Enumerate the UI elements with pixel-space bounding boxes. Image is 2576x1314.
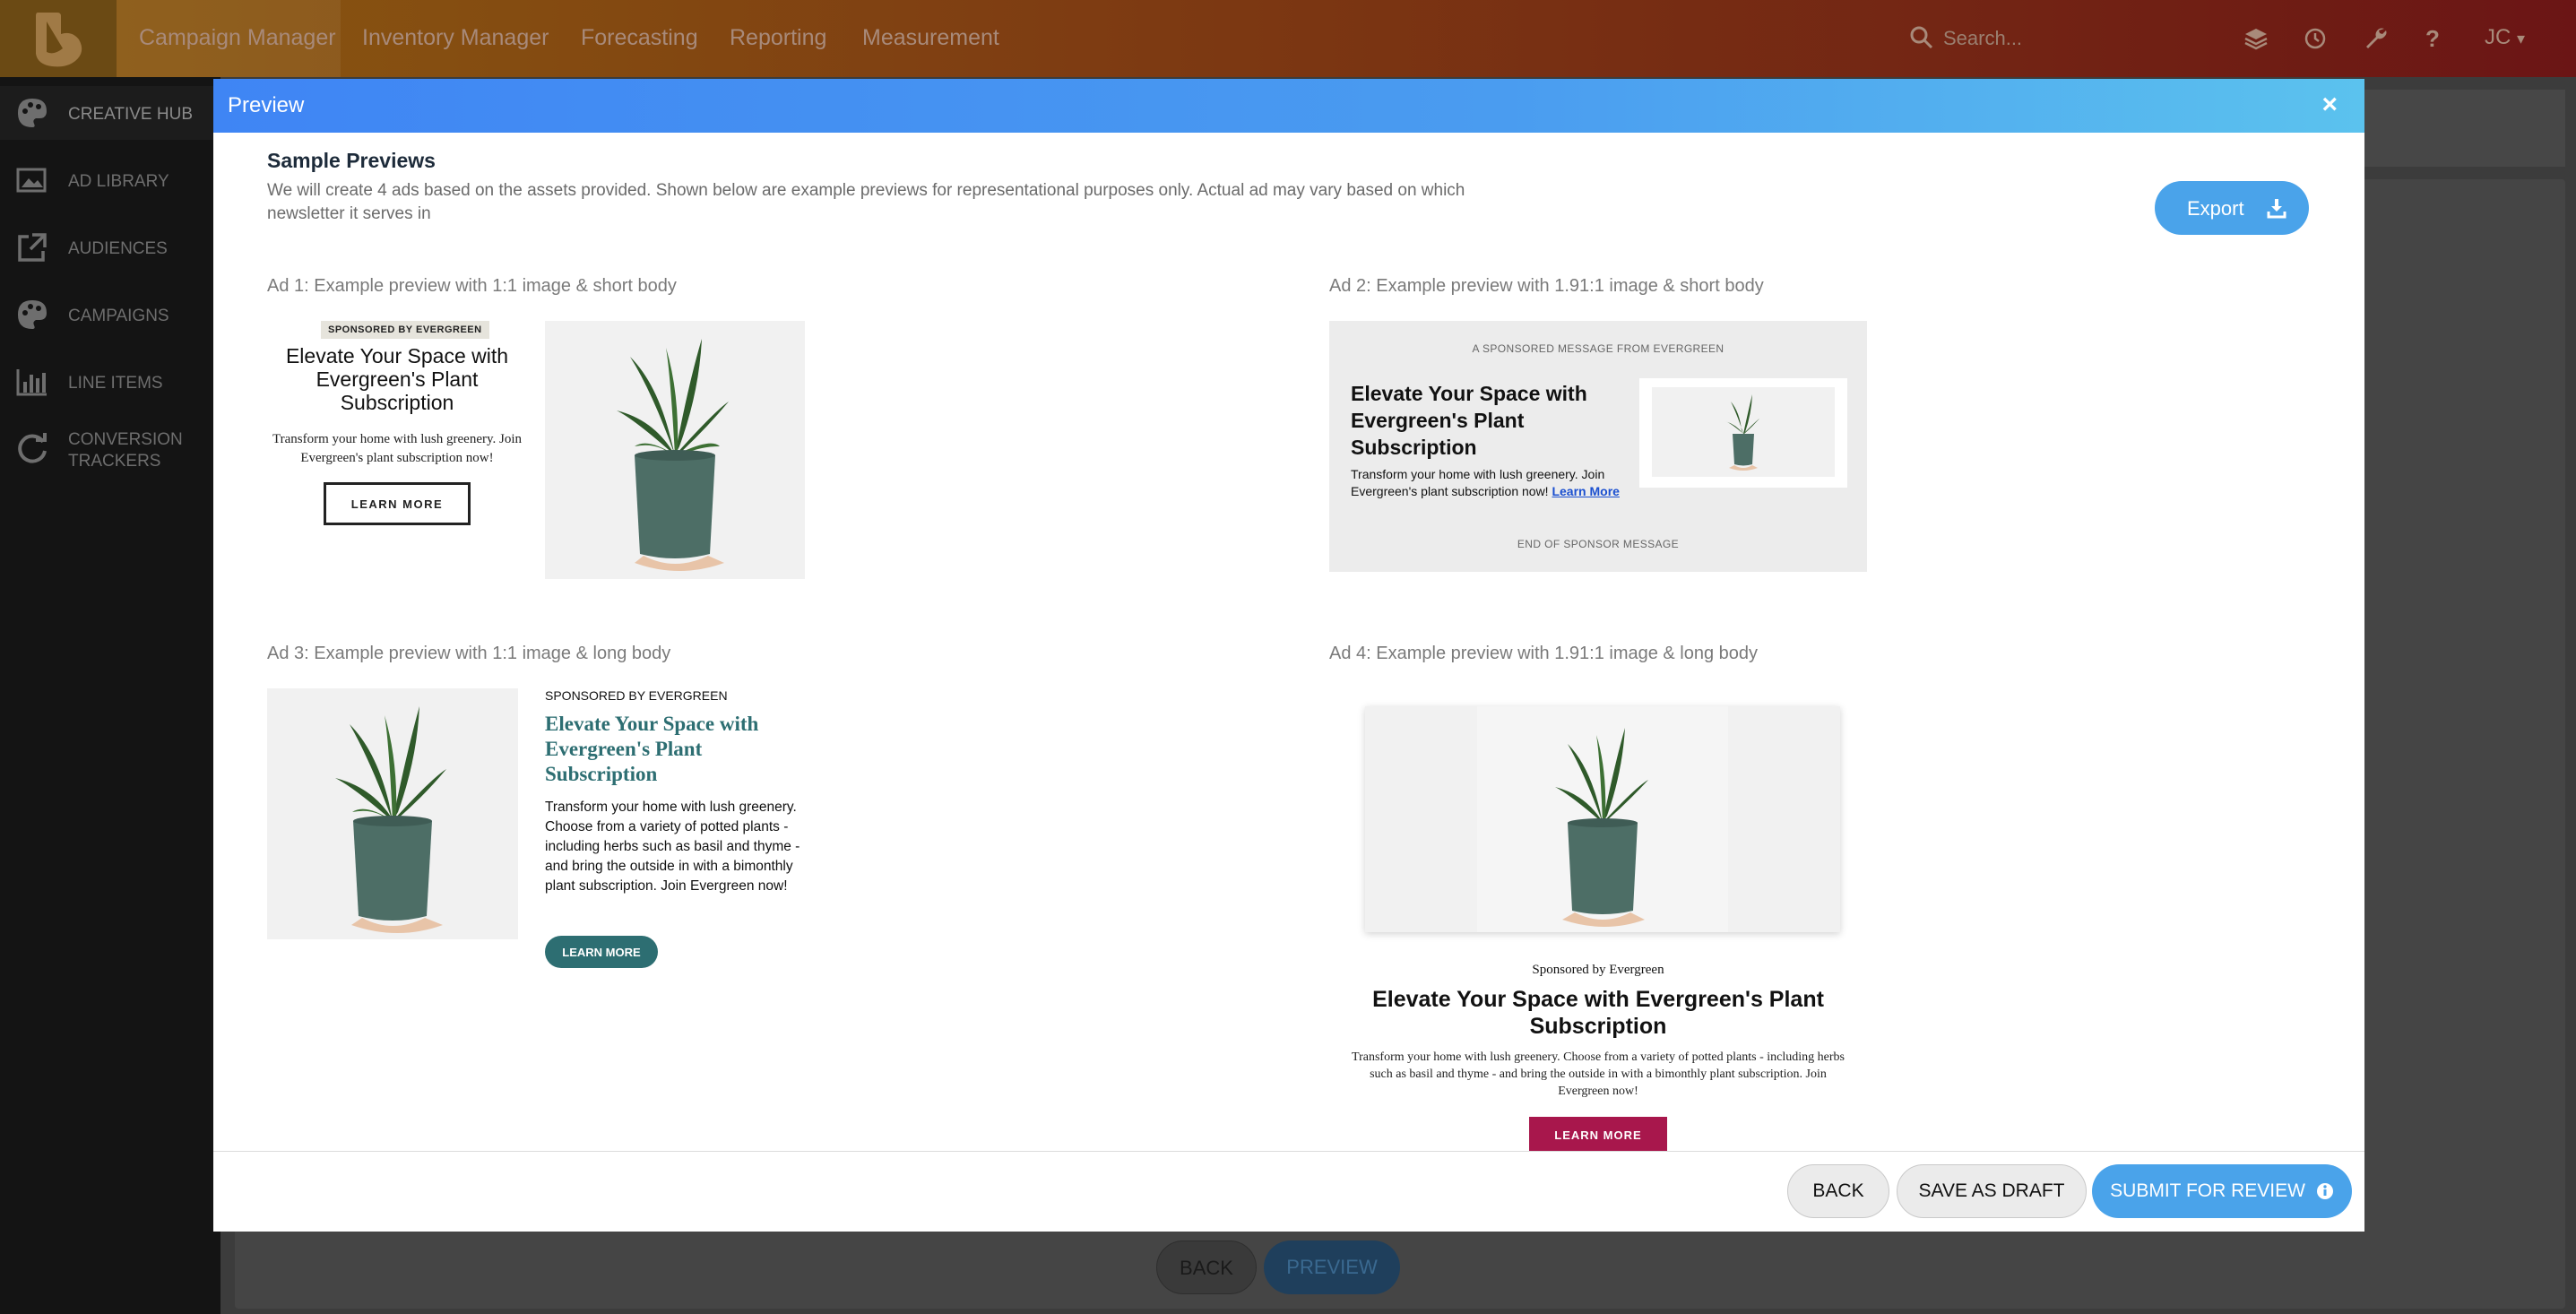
modal-title: Preview bbox=[228, 93, 305, 117]
submit-for-review-button[interactable]: SUBMIT FOR REVIEW bbox=[2092, 1164, 2352, 1218]
ad2-sponsor-header: A SPONSORED MESSAGE FROM EVERGREEN bbox=[1472, 342, 1725, 355]
modal-header: Preview × bbox=[213, 79, 2364, 133]
ad3-headline: Elevate Your Space with Evergreen's Plan… bbox=[545, 713, 759, 785]
ad1-sponsored-badge: SPONSORED BY EVERGREEN bbox=[321, 321, 489, 339]
ad4-headline: Elevate Your Space with Evergreen's Plan… bbox=[1372, 987, 1824, 1039]
ad3-preview: SPONSORED BY EVERGREEN Elevate Your Spac… bbox=[267, 688, 823, 975]
ad2-learn-more-link[interactable]: Learn More bbox=[1552, 484, 1619, 498]
ad2-image-frame bbox=[1639, 378, 1847, 488]
ad1-learn-more-button[interactable]: LEARN MORE bbox=[324, 482, 471, 525]
ad1-label: Ad 1: Example preview with 1:1 image & s… bbox=[267, 276, 677, 296]
ad3-learn-more-button[interactable]: LEARN MORE bbox=[545, 936, 658, 968]
ad1-plant-image bbox=[545, 321, 805, 579]
export-label: Export bbox=[2187, 197, 2244, 220]
sample-previews-title: Sample Previews bbox=[267, 149, 436, 172]
sample-previews-description: We will create 4 ads based on the assets… bbox=[267, 181, 1465, 223]
ad4-preview: Sponsored by Evergreen Elevate Your Spac… bbox=[1329, 696, 1867, 1151]
ad2-sponsor-footer: END OF SPONSOR MESSAGE bbox=[1517, 538, 1680, 550]
ad3-label: Ad 3: Example preview with 1:1 image & l… bbox=[267, 644, 671, 663]
ad4-body: Transform your home with lush greenery. … bbox=[1352, 1050, 1845, 1098]
ad2-preview: A SPONSORED MESSAGE FROM EVERGREEN Eleva… bbox=[1329, 321, 1867, 572]
ad2-label: Ad 2: Example preview with 1.91:1 image … bbox=[1329, 276, 1764, 296]
download-icon bbox=[2267, 199, 2286, 219]
modal-body[interactable]: Sample Previews We will create 4 ads bas… bbox=[213, 133, 2364, 1151]
ad3-plant-image bbox=[267, 688, 518, 939]
plant-illustration bbox=[1725, 394, 1759, 471]
ad1-headline: Elevate Your Space with Evergreen's Plan… bbox=[285, 344, 509, 414]
modal-footer: BACK SAVE AS DRAFT SUBMIT FOR REVIEW bbox=[213, 1151, 2364, 1232]
ad4-sponsor-line: Sponsored by Evergreen bbox=[1532, 963, 1664, 977]
ad2-plant-image bbox=[1652, 387, 1835, 477]
plant-illustration bbox=[1477, 706, 1728, 932]
export-button[interactable]: Export bbox=[2155, 181, 2309, 235]
ad3-body: Transform your home with lush greenery. … bbox=[545, 800, 800, 894]
ad3-sponsor-line: SPONSORED BY EVERGREEN bbox=[545, 688, 728, 703]
plant-illustration bbox=[617, 339, 729, 571]
ad4-label: Ad 4: Example preview with 1.91:1 image … bbox=[1329, 644, 1759, 663]
ad1-preview: SPONSORED BY EVERGREEN Elevate Your Spac… bbox=[267, 321, 805, 581]
plant-illustration bbox=[335, 706, 446, 933]
ad1-body: Transform your home with lush greenery. … bbox=[272, 432, 523, 465]
info-icon bbox=[2316, 1183, 2333, 1200]
save-as-draft-button[interactable]: SAVE AS DRAFT bbox=[1897, 1164, 2087, 1218]
ad4-plant-image bbox=[1365, 706, 1840, 932]
submit-for-review-label: SUBMIT FOR REVIEW bbox=[2110, 1180, 2305, 1201]
back-button[interactable]: BACK bbox=[1787, 1164, 1889, 1218]
ad4-learn-more-button[interactable]: LEARN MORE bbox=[1529, 1117, 1667, 1151]
ad2-headline: Elevate Your Space with Evergreen's Plan… bbox=[1351, 382, 1587, 459]
close-icon[interactable]: × bbox=[2321, 90, 2338, 120]
ad2-body: Transform your home with lush greenery. … bbox=[1351, 466, 1629, 500]
preview-modal: Preview × Sample Previews We will create… bbox=[213, 79, 2364, 1232]
